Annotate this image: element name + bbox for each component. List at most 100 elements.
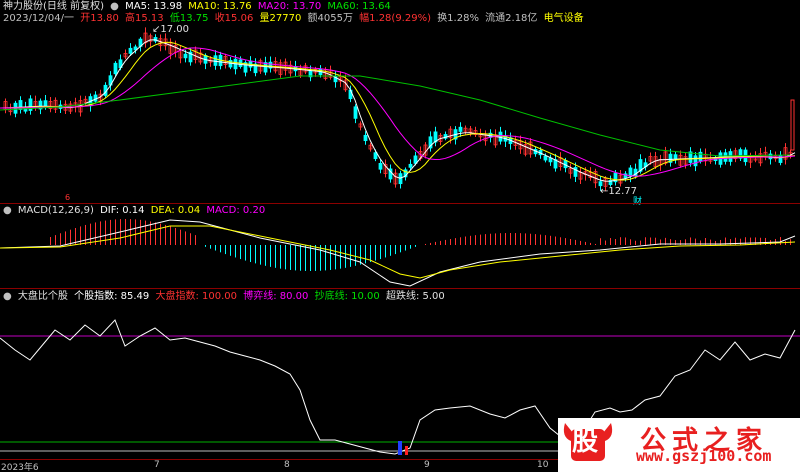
candle-body <box>398 173 403 185</box>
indicator-settings-icon[interactable]: ● <box>3 291 12 302</box>
macd-bar <box>590 242 591 245</box>
macd-bar <box>340 245 341 269</box>
macd-bar <box>175 228 176 245</box>
macd-bar <box>520 233 521 245</box>
macd-bar <box>385 245 386 258</box>
macd-bar <box>305 245 306 271</box>
macd-bar <box>115 219 116 245</box>
macd-bar <box>550 235 551 245</box>
ma60-line <box>0 75 791 157</box>
macd-bar <box>620 237 621 245</box>
macd-bar <box>460 237 461 245</box>
macd-bar <box>165 224 166 245</box>
macd-bar <box>330 245 331 270</box>
candle-body <box>363 134 368 142</box>
macd-bar <box>365 245 366 264</box>
macd-bar <box>650 237 651 245</box>
macd-bar <box>290 245 291 270</box>
macd-bar <box>50 237 51 245</box>
macd-bar <box>400 245 401 253</box>
macd-bar <box>780 237 781 245</box>
macd-bar <box>495 233 496 245</box>
macd-bar <box>65 231 66 245</box>
macd-bar <box>430 242 431 245</box>
macd-bar <box>140 219 141 245</box>
macd-bar <box>370 245 371 263</box>
macd-bar <box>310 245 311 271</box>
macd-bar <box>210 245 211 249</box>
macd-bar <box>90 223 91 245</box>
macd-bar <box>510 233 511 245</box>
macd-settings-icon[interactable]: ● <box>3 205 12 216</box>
macd-bar <box>230 245 231 256</box>
macd-bar <box>60 233 61 245</box>
macd-bar <box>560 237 561 245</box>
macd-bar <box>205 245 206 247</box>
xaxis-label: 8 <box>284 460 290 470</box>
macd-bar <box>505 233 506 245</box>
last-candle <box>790 99 795 151</box>
watermark-url: www.gszj100.com <box>636 447 772 465</box>
macd-bar <box>745 237 746 245</box>
macd-bar <box>415 245 416 247</box>
macd-bar <box>515 233 516 245</box>
macd-bar <box>135 219 136 245</box>
finance-marker[interactable]: 财 <box>633 194 642 207</box>
macd-bar <box>245 245 246 261</box>
low-price-label: ←12.77 <box>600 186 638 197</box>
macd-bar <box>390 245 391 256</box>
pane-separator <box>0 288 800 289</box>
macd-bar <box>445 239 446 245</box>
macd-bar <box>630 239 631 245</box>
macd-bar <box>240 245 241 260</box>
macd-bar <box>225 245 226 255</box>
macd-bar <box>455 238 456 245</box>
macd-bar <box>105 220 106 245</box>
macd-bar <box>395 245 396 255</box>
indicator-title: 大盘比个股 <box>17 291 68 302</box>
signal-bar-red <box>405 446 408 455</box>
xaxis-label: 9 <box>424 460 430 470</box>
candle-body <box>628 167 633 177</box>
macd-bar <box>605 240 606 245</box>
event-marker[interactable]: 6 <box>65 193 70 202</box>
macd-bar <box>270 245 271 267</box>
macd-legend: ● MACD(12,26,9) DIF: 0.14 DEA: 0.04 MACD… <box>3 205 268 217</box>
candle-body <box>213 55 218 66</box>
macd-bar <box>485 234 486 245</box>
macd-bar <box>610 238 611 245</box>
macd-bar <box>750 237 751 245</box>
macd-bar <box>655 237 656 245</box>
candle-body <box>673 154 678 160</box>
candle-body <box>693 155 698 167</box>
macd-bar <box>405 245 406 251</box>
macd-bar <box>320 245 321 271</box>
stock-chart[interactable] <box>0 0 800 472</box>
macd-bar <box>125 219 126 245</box>
macd-bar <box>545 235 546 245</box>
macd-bar <box>260 245 261 265</box>
signal-bar-blue <box>398 441 402 455</box>
macd-bar <box>85 224 86 245</box>
candle-body <box>128 47 133 54</box>
macd-bar <box>180 229 181 245</box>
macd-bar <box>195 235 196 245</box>
macd-dea: DEA: 0.04 <box>150 205 201 216</box>
macd-bar <box>615 239 616 245</box>
oversold-line: 超跌线: 5.00 <box>385 291 445 302</box>
candlestick-series <box>3 27 795 192</box>
candle-body <box>778 154 783 163</box>
macd-bar <box>345 245 346 268</box>
macd-bar <box>155 222 156 245</box>
candle-body <box>458 126 463 132</box>
macd-bar <box>595 243 596 245</box>
xaxis-label: 7 <box>154 460 160 470</box>
macd-bar <box>740 238 741 245</box>
macd-bar <box>425 243 426 245</box>
macd-bar <box>475 235 476 245</box>
xaxis-label: 10 <box>537 460 549 470</box>
macd-bar <box>300 245 301 271</box>
macd-bar <box>220 245 221 253</box>
macd-bar <box>160 223 161 245</box>
candle-body <box>353 106 358 119</box>
